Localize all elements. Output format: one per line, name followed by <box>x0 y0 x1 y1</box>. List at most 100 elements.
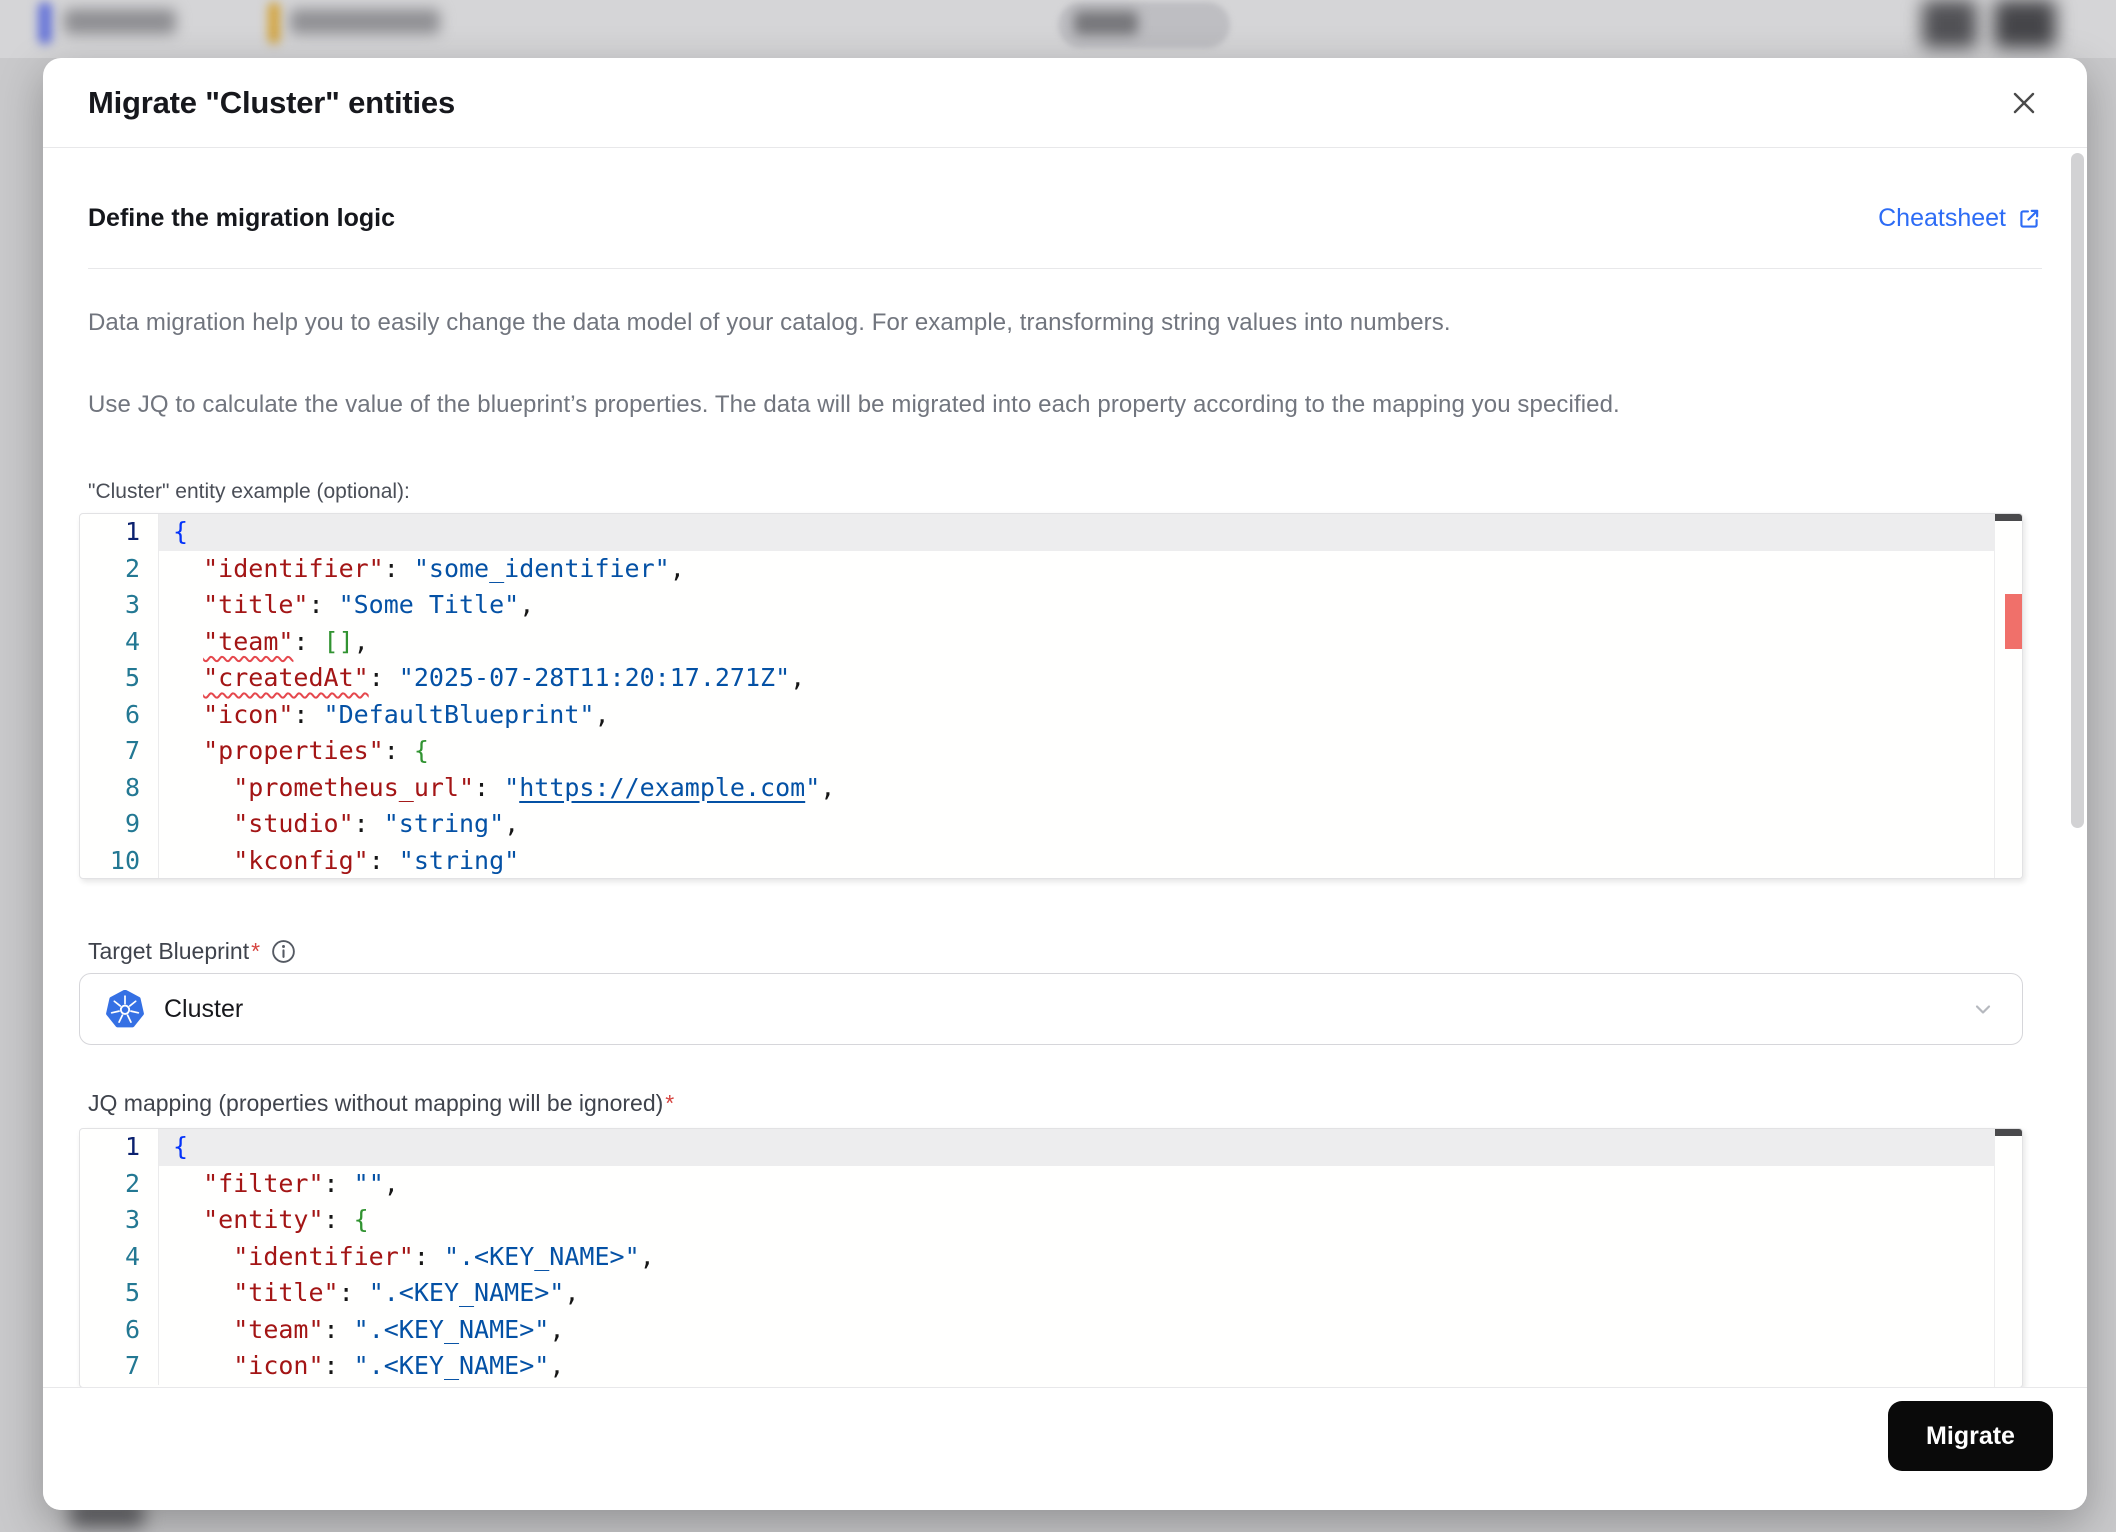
required-marker: * <box>665 1090 675 1116</box>
code-line: 2 "filter": "", <box>80 1165 2022 1202</box>
code-token: "kconfig" <box>233 845 369 875</box>
required-marker: * <box>251 938 261 964</box>
code-token: , <box>639 1241 655 1271</box>
jq-mapping-editor[interactable]: 1{2 "filter": "", 3 "entity": {4 "identif… <box>79 1128 2023 1388</box>
code-content: "title": "Some Title", <box>158 587 2022 624</box>
modal-body: Define the migration logic Cheatsheet Da… <box>43 148 2087 1388</box>
code-token: : <box>338 1278 369 1307</box>
code-token: "entity" <box>203 1205 324 1234</box>
code-content: "team": [], <box>158 623 2022 660</box>
code-token: " <box>805 772 821 802</box>
description-line-2: Use JQ to calculate the value of the blu… <box>88 391 1620 418</box>
code-line: 1{ <box>80 1129 2022 1166</box>
cheatsheet-link[interactable]: Cheatsheet <box>1878 204 2042 233</box>
code-token: "Some Title" <box>338 590 520 619</box>
code-token: : <box>308 590 339 619</box>
code-token: , <box>353 626 369 656</box>
code-token: : <box>323 1205 354 1234</box>
code-line: 3 "title": "Some Title", <box>80 587 2022 624</box>
info-icon[interactable] <box>270 938 297 965</box>
target-blueprint-select[interactable]: Cluster <box>79 973 2023 1045</box>
code-content: "title": ".<KEY_NAME>", <box>158 1275 2022 1312</box>
error-overview-marker <box>2005 594 2022 649</box>
code-token: "studio" <box>233 809 354 838</box>
code-token: : <box>353 809 384 838</box>
entity-example-editor[interactable]: 1{2 "identifier": "some_identifier", 3 "t… <box>79 513 2023 879</box>
code-line: 4 "team": [], <box>80 623 2022 660</box>
code-line: 6 "icon": "DefaultBlueprint", <box>80 696 2022 733</box>
code-content: "team": ".<KEY_NAME>", <box>158 1311 2022 1348</box>
line-number: 6 <box>124 699 140 729</box>
code-token: "" <box>353 1168 384 1198</box>
code-content: "kconfig": "string" <box>158 842 2022 878</box>
editor-scrollbar-thumb[interactable] <box>1995 1129 2022 1136</box>
code-token: : <box>293 699 324 729</box>
code-line: 4 "identifier": ".<KEY_NAME>", <box>80 1238 2022 1275</box>
code-token: , <box>549 1351 565 1380</box>
code-token: : <box>323 1351 354 1380</box>
modal-footer: Migrate <box>43 1387 2087 1510</box>
code-token: : <box>293 626 324 656</box>
modal-scrollbar-thumb[interactable] <box>2071 153 2084 828</box>
target-blueprint-label: Target Blueprint* <box>88 938 297 965</box>
code-content: "properties": { <box>158 733 2022 770</box>
background-toolbar-item <box>1994 0 2056 48</box>
code-token: : <box>368 845 399 875</box>
line-number: 4 <box>124 626 140 656</box>
modal-title: Migrate "Cluster" entities <box>88 84 455 120</box>
code-line: 3 "entity": { <box>80 1202 2022 1239</box>
code-content: "icon": ".<KEY_NAME>", <box>158 1348 2022 1385</box>
code-token: "icon" <box>203 699 294 729</box>
code-token: ".<KEY_NAME>" <box>353 1351 550 1380</box>
code-token: "prometheus_url" <box>233 772 475 802</box>
code-line: 6 "team": ".<KEY_NAME>", <box>80 1311 2022 1348</box>
editor-scrollbar[interactable] <box>1994 1129 2022 1387</box>
code-token: "team" <box>233 1314 324 1344</box>
entity-example-label: "Cluster" entity example (optional): <box>88 480 410 504</box>
code-token: "team" <box>203 626 294 656</box>
line-number: 5 <box>124 663 140 692</box>
code-line: 2 "identifier": "some_identifier", <box>80 550 2022 587</box>
code-token: "properties" <box>203 736 384 765</box>
editor-scrollbar-thumb[interactable] <box>1995 514 2022 521</box>
code-token: "identifier" <box>203 553 384 583</box>
code-line: 7 "icon": ".<KEY_NAME>", <box>80 1348 2022 1385</box>
external-link-icon <box>2020 209 2039 228</box>
background-page <box>0 0 2116 58</box>
close-button[interactable] <box>2006 85 2042 121</box>
code-token: : <box>323 1168 354 1198</box>
background-tab-icon <box>268 2 280 44</box>
code-token: , <box>504 809 520 838</box>
line-number: 7 <box>124 1351 140 1380</box>
code-token: "DefaultBlueprint" <box>323 699 595 729</box>
code-line: 7 "properties": { <box>80 733 2022 770</box>
code-token: "some_identifier" <box>413 553 670 583</box>
background-tab-label <box>290 9 440 34</box>
line-number: 2 <box>124 1168 140 1198</box>
editor-scrollbar[interactable] <box>1994 514 2022 878</box>
migrate-button[interactable]: Migrate <box>1888 1401 2053 1471</box>
cheatsheet-label: Cheatsheet <box>1878 204 2006 232</box>
line-number: 1 <box>124 1132 140 1161</box>
line-number: 4 <box>124 1241 140 1271</box>
code-token: "icon" <box>233 1351 324 1380</box>
code-token: { <box>173 1132 189 1161</box>
code-token: , <box>383 1168 399 1198</box>
code-content: "createdAt": "2025-07-28T11:20:17.271Z", <box>158 660 2022 697</box>
background-search-text <box>1074 11 1138 35</box>
line-number: 8 <box>124 772 140 802</box>
code-token: "2025-07-28T11:20:17.271Z" <box>398 663 791 692</box>
chevron-down-icon <box>1975 1005 1991 1014</box>
target-blueprint-value: Cluster <box>164 994 244 1023</box>
line-number: 3 <box>124 1205 140 1234</box>
code-token: , <box>820 772 836 802</box>
code-content: "prometheus_url": "https://example.com", <box>158 769 2022 806</box>
code-token: "identifier" <box>233 1241 414 1271</box>
code-token: , <box>519 590 535 619</box>
